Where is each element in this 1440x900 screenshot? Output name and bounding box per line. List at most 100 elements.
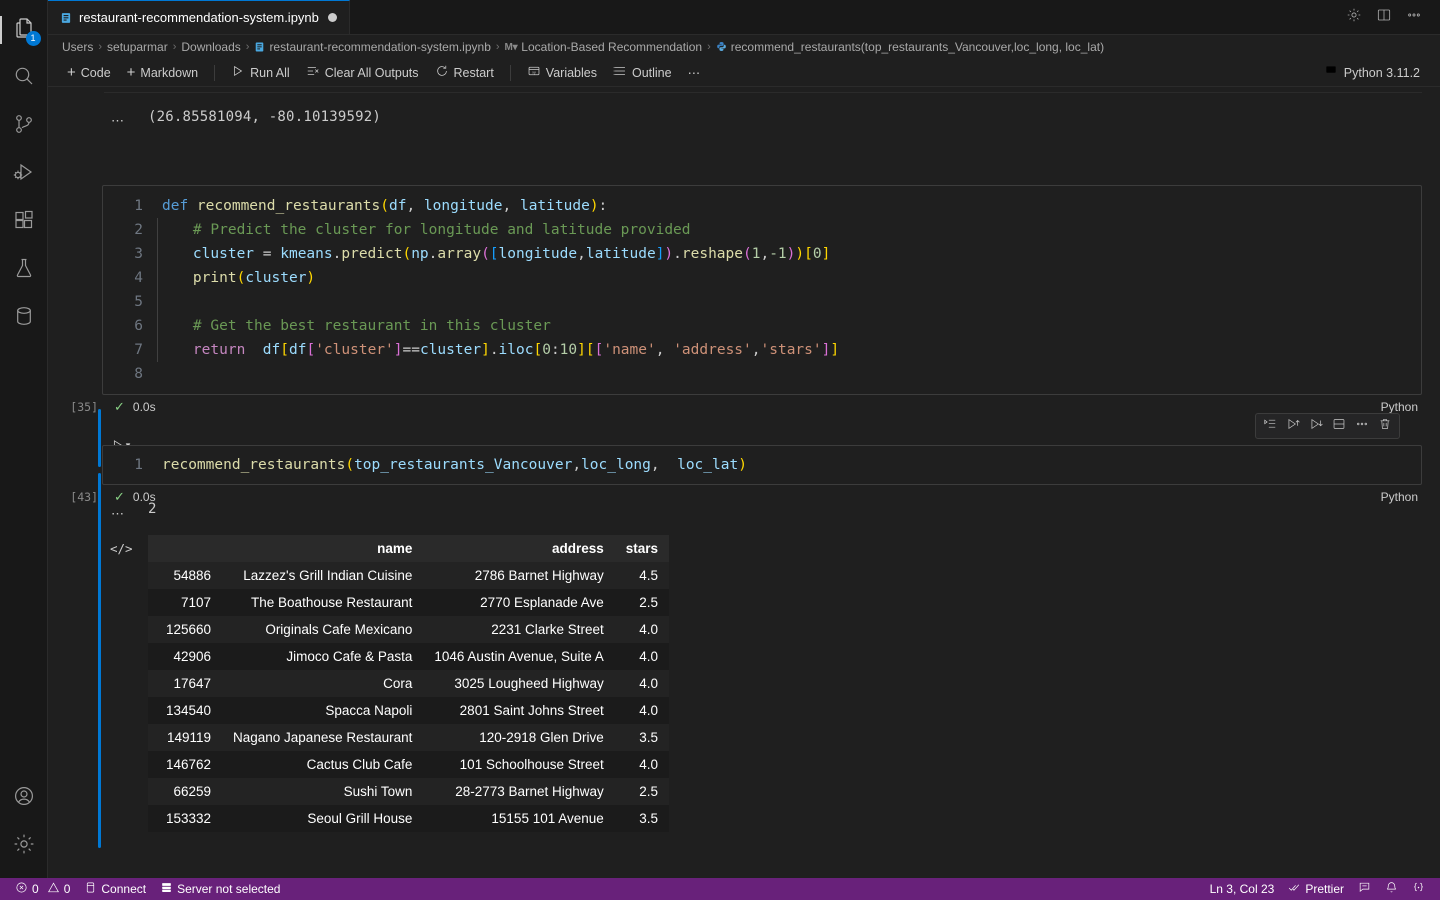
cell-status-bar: [43] ✓ 0.0s Python (70, 485, 1422, 509)
kernel-selector[interactable]: Python 3.11.2 (1316, 62, 1428, 83)
restart-icon (435, 64, 449, 81)
code-line: 1 def recommend_restaurants(df, longitud… (103, 194, 1421, 218)
variables-button[interactable]: xy Variables (520, 62, 604, 83)
code-line: 1 recommend_restaurants(top_restaurants_… (103, 453, 1421, 477)
status-feedback[interactable] (1351, 878, 1378, 900)
svg-text:xy: xy (532, 71, 536, 75)
breadcrumb-label: restaurant-recommendation-system.ipynb (269, 40, 491, 54)
activity-item-source-control[interactable] (0, 102, 48, 150)
cell-name: Jimoco Cafe & Pasta (286, 649, 413, 664)
run-above-icon (1286, 417, 1300, 436)
cell-index: 125660 (165, 622, 211, 637)
line-text: print(cluster) (157, 266, 1421, 290)
cell-language-selector[interactable]: Python (1381, 490, 1418, 504)
outline-icon (613, 64, 627, 81)
tab-notebook[interactable]: restaurant-recommendation-system.ipynb (48, 0, 350, 34)
output-view-source-icon[interactable]: </> (110, 541, 133, 556)
line-number: 1 (134, 198, 143, 214)
cell-name: Originals Cafe Mexicano (265, 622, 413, 637)
breadcrumb-separator: › (98, 41, 103, 53)
cell-more-actions-button[interactable] (1351, 416, 1373, 436)
breadcrumb-item-3[interactable]: restaurant-recommendation-system.ipynb (254, 40, 491, 54)
previous-cell-output: ⋯ (26.85581094, -80.10139592) (48, 87, 1440, 149)
split-editor-button[interactable] (1370, 3, 1398, 31)
line-number: 7 (134, 342, 143, 358)
execution-count: [43] (70, 490, 98, 504)
activity-item-database[interactable] (0, 294, 48, 342)
cell-stars: 4.0 (639, 703, 659, 718)
status-problems[interactable]: 0 0 (8, 878, 77, 900)
split-cell-button[interactable] (1328, 416, 1350, 436)
status-connect[interactable]: Connect (77, 878, 153, 900)
previous-output-more-icon[interactable]: ⋯ (111, 113, 126, 129)
trash-icon (1378, 417, 1392, 436)
line-text: # Predict the cluster for longitude and … (157, 218, 1421, 242)
outline-button[interactable]: Outline (606, 62, 679, 83)
error-icon (15, 881, 28, 897)
breadcrumb-item-5[interactable]: recommend_restaurants(top_restaurants_Va… (716, 40, 1104, 54)
status-cursor-position[interactable]: Ln 3, Col 23 (1203, 878, 1282, 900)
line-text (157, 362, 1421, 386)
account-icon (12, 784, 36, 813)
gear-icon (1346, 7, 1362, 28)
source-control-icon (12, 112, 36, 141)
output-more-actions-icon[interactable]: ⋯ (111, 506, 126, 522)
execute-above-button[interactable] (1259, 416, 1281, 436)
add-markdown-cell-button[interactable]: + Markdown (120, 63, 205, 82)
add-code-cell-button[interactable]: + Code (60, 63, 118, 82)
status-prettier[interactable]: Prettier (1281, 878, 1351, 900)
breadcrumb: Users › setuparmar › Downloads › restaur… (48, 35, 1440, 59)
activity-item-settings[interactable] (0, 822, 48, 870)
table-row: 149119 Nagano Japanese Restaurant 120-29… (148, 724, 670, 751)
restart-kernel-button[interactable]: Restart (428, 62, 501, 83)
cell-index: 7107 (180, 595, 211, 610)
code-line: 6 # Get the best restaurant in this clus… (103, 314, 1421, 338)
button-label: Restart (453, 65, 494, 80)
button-label: Markdown (140, 65, 199, 80)
markdown-icon: M▾ (504, 41, 518, 53)
activity-item-extensions[interactable] (0, 198, 48, 246)
breadcrumb-item-0[interactable]: Users (62, 40, 93, 54)
cell-language-selector[interactable]: Python (1381, 400, 1418, 414)
cursor-position-label: Ln 3, Col 23 (1209, 882, 1275, 896)
notebook-more-actions-button[interactable]: ⋯ (681, 63, 708, 82)
activity-item-accounts[interactable] (0, 774, 48, 822)
cell-name: Seoul Grill House (307, 811, 413, 826)
notebook-cell-function-call: 1 recommend_restaurants(top_restaurants_… (70, 445, 1422, 509)
line-number: 2 (134, 222, 143, 238)
status-notifications[interactable] (1378, 878, 1405, 900)
plus-icon: + (126, 64, 136, 81)
activity-bar: 1 (0, 0, 48, 878)
breadcrumb-item-4[interactable]: M▾ Location-Based Recommendation (505, 40, 703, 54)
activity-item-search[interactable] (0, 54, 48, 102)
breadcrumb-item-2[interactable]: Downloads (181, 40, 240, 54)
run-all-button[interactable]: Run All (224, 62, 297, 83)
editor-settings-button[interactable] (1340, 3, 1368, 31)
kernel-label: Python 3.11.2 (1343, 65, 1420, 80)
status-server-selector[interactable]: Server not selected (153, 878, 287, 900)
run-above-cells-button[interactable] (1282, 416, 1304, 436)
cell-address: 2801 Saint Johns Street (459, 703, 604, 718)
code-line: 2 # Predict the cluster for longitude an… (103, 218, 1421, 242)
line-number: 3 (134, 246, 143, 262)
editor-more-actions-button[interactable] (1400, 3, 1428, 31)
breadcrumb-item-1[interactable]: setuparmar (107, 40, 168, 54)
status-copilot[interactable] (1405, 878, 1432, 900)
error-count: 0 (32, 882, 39, 896)
cell-editor[interactable]: 1 def recommend_restaurants(df, longitud… (102, 185, 1422, 395)
notebook-body: ⋯ (26.85581094, -80.10139592) 1 def reco… (48, 87, 1440, 878)
delete-cell-button[interactable] (1374, 416, 1396, 436)
workbench: 1 restaurant-recommendation-system.ipynb… (0, 0, 1440, 878)
table-row: 54886 Lazzez's Grill Indian Cuisine 2786… (148, 562, 670, 589)
cell-editor[interactable]: 1 recommend_restaurants(top_restaurants_… (102, 445, 1422, 485)
clear-all-outputs-button[interactable]: Clear All Outputs (299, 62, 426, 83)
activity-item-testing[interactable] (0, 246, 48, 294)
cell-index: 149119 (166, 730, 211, 745)
ellipsis-icon (1406, 7, 1422, 28)
breadcrumb-label: Downloads (181, 40, 241, 54)
run-below-cells-button[interactable] (1305, 416, 1327, 436)
editor-area: restaurant-recommendation-system.ipynb U… (48, 0, 1440, 878)
activity-item-run-and-debug[interactable] (0, 150, 48, 198)
cell-index: 54886 (173, 568, 211, 583)
activity-item-explorer[interactable]: 1 (0, 6, 48, 54)
